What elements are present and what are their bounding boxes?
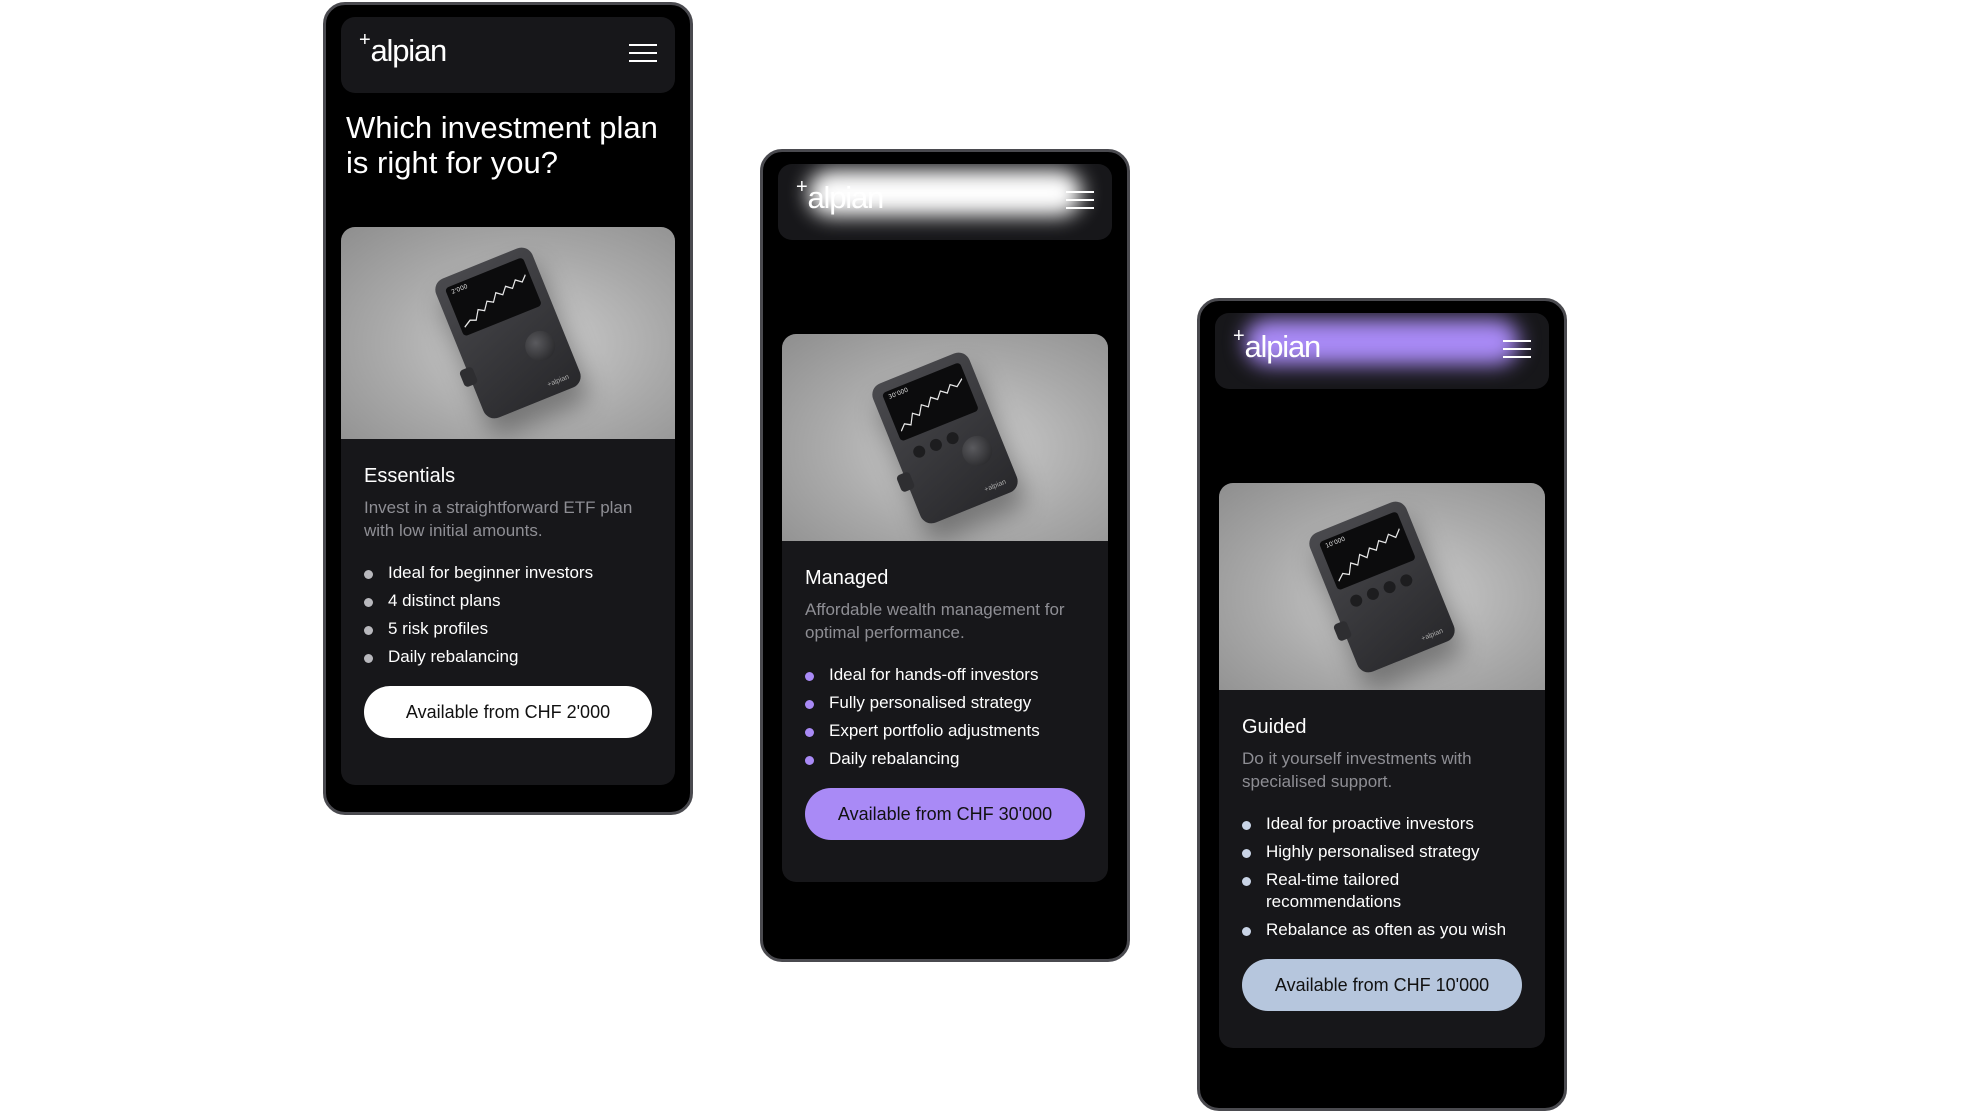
top-navbar: +alpian xyxy=(341,17,675,93)
plan-card-guided: 10'000 +alpian Guided Do it yourself inv… xyxy=(1219,483,1545,1048)
feature-item: Highly personalised strategy xyxy=(1242,841,1522,863)
bullet-dot-icon xyxy=(805,756,814,765)
feature-item: Ideal for beginner investors xyxy=(364,562,652,584)
available-from-button[interactable]: Available from CHF 10'000 xyxy=(1242,959,1522,1011)
plan-card-essentials: 2'000 +alpian Essentials Invest in a str… xyxy=(341,227,675,785)
plan-description: Do it yourself investments with speciali… xyxy=(1242,749,1472,791)
alpian-logo[interactable]: +alpian xyxy=(359,29,447,69)
alpian-logo[interactable]: +alpian xyxy=(796,176,884,216)
feature-list: Ideal for proactive investors Highly per… xyxy=(1242,813,1522,941)
device-image: 2'000 +alpian xyxy=(341,227,675,439)
phone-mockup-guided: +alpian 10'000 +alpian Guided Do it your… xyxy=(1197,298,1567,1111)
feature-item: Rebalance as often as you wish xyxy=(1242,919,1522,941)
bullet-dot-icon xyxy=(364,626,373,635)
feature-item: Daily rebalancing xyxy=(364,646,652,668)
feature-item: Ideal for proactive investors xyxy=(1242,813,1522,835)
bullet-dot-icon xyxy=(805,728,814,737)
hamburger-menu-icon[interactable] xyxy=(1503,340,1531,360)
bullet-dot-icon xyxy=(1242,877,1251,886)
hamburger-menu-icon[interactable] xyxy=(629,44,657,64)
top-navbar: +alpian xyxy=(1215,313,1549,389)
available-from-button[interactable]: Available from CHF 2'000 xyxy=(364,686,652,738)
feature-item: Ideal for hands-off investors xyxy=(805,664,1085,686)
top-navbar: +alpian xyxy=(778,164,1112,240)
feature-item: Expert portfolio adjustments xyxy=(805,720,1085,742)
feature-list: Ideal for beginner investors 4 distinct … xyxy=(364,562,652,668)
feature-item: Fully personalised strategy xyxy=(805,692,1085,714)
plan-card-managed: 30'000 +alpian Managed Affordable wealth… xyxy=(782,334,1108,882)
feature-item: 5 risk profiles xyxy=(364,618,652,640)
bullet-dot-icon xyxy=(1242,849,1251,858)
hamburger-menu-icon[interactable] xyxy=(1066,191,1094,211)
feature-item: 4 distinct plans xyxy=(364,590,652,612)
bullet-dot-icon xyxy=(1242,927,1251,936)
bullet-dot-icon xyxy=(805,672,814,681)
feature-item: Daily rebalancing xyxy=(805,748,1085,770)
bullet-dot-icon xyxy=(364,654,373,663)
device-image: 30'000 +alpian xyxy=(782,334,1108,541)
page-headline: Which investment plan is right for you? xyxy=(346,110,658,180)
bullet-dot-icon xyxy=(364,570,373,579)
phone-mockup-managed: +alpian 30'000 +alpian Managed Affordabl… xyxy=(760,149,1130,962)
device-image: 10'000 +alpian xyxy=(1219,483,1545,690)
feature-item: Real-time tailored recommendations xyxy=(1242,869,1522,913)
investment-device-illustration: 10'000 +alpian xyxy=(1305,497,1459,676)
plan-title: Guided xyxy=(1242,716,1307,738)
plan-description: Invest in a straightforward ETF plan wit… xyxy=(364,498,633,540)
investment-device-illustration: 2'000 +alpian xyxy=(431,243,585,423)
feature-list: Ideal for hands-off investors Fully pers… xyxy=(805,664,1085,770)
alpian-logo[interactable]: +alpian xyxy=(1233,325,1321,365)
plan-description: Affordable wealth management for optimal… xyxy=(805,600,1065,642)
available-from-button[interactable]: Available from CHF 30'000 xyxy=(805,788,1085,840)
plan-title: Essentials xyxy=(364,465,456,487)
plan-title: Managed xyxy=(805,567,889,589)
bullet-dot-icon xyxy=(1242,821,1251,830)
bullet-dot-icon xyxy=(364,598,373,607)
investment-device-illustration: 30'000 +alpian xyxy=(868,348,1022,527)
bullet-dot-icon xyxy=(805,700,814,709)
phone-mockup-essentials: +alpian Which investment plan is right f… xyxy=(323,2,693,815)
